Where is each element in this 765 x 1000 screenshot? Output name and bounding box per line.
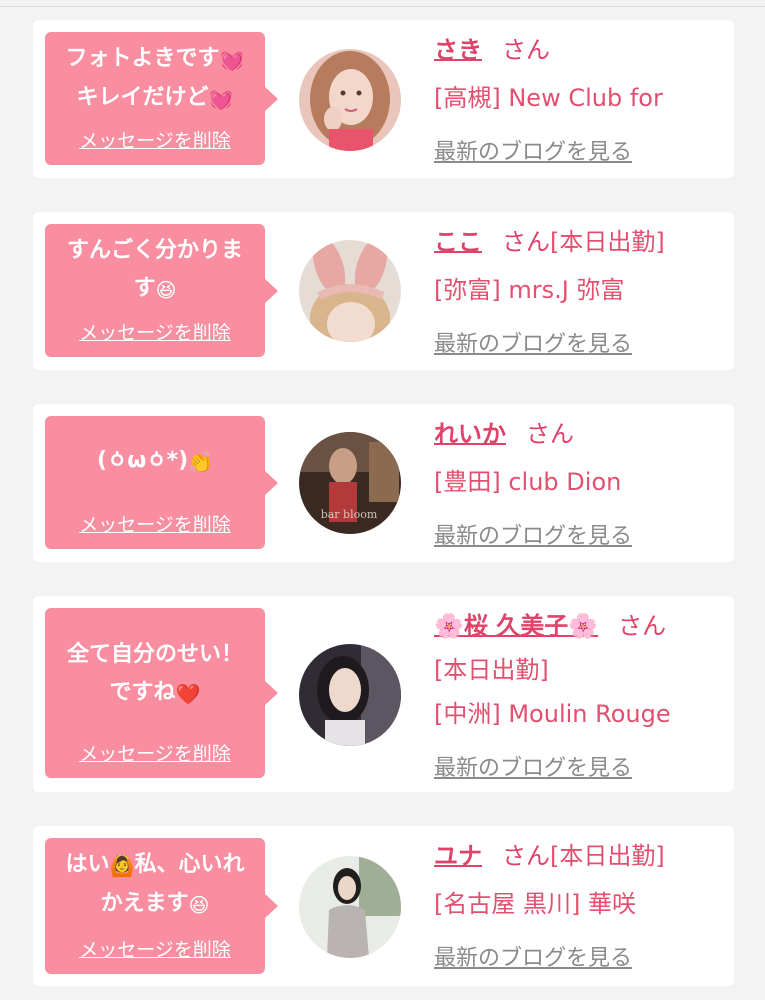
honorific: さん <box>618 612 667 640</box>
message-text: キレイだけど💓 <box>45 79 265 118</box>
status-label: [本日出勤] <box>550 842 665 870</box>
cast-name-link[interactable]: れいか <box>434 420 506 448</box>
avatar[interactable]: bar bloom <box>299 432 401 534</box>
message-bubble: 全て自分のせい！ ですね❤️ メッセージを削除 <box>45 608 278 778</box>
message-bubble: はい🙆私、心いれ かえます😆 メッセージを削除 <box>45 838 278 974</box>
honorific: さん <box>526 420 574 448</box>
cherry-blossom-icon: 🌸 <box>568 612 599 640</box>
avatar[interactable] <box>299 240 401 342</box>
laughing-emoji-icon: 😆 <box>155 278 177 302</box>
cast-info: ここ さん[本日出勤] [弥富] mrs.J 弥富 最新のブログを見る <box>434 218 726 357</box>
latest-blog-link[interactable]: 最新のブログを見る <box>434 518 632 550</box>
svg-text:bar bloom: bar bloom <box>321 508 378 521</box>
shop-label: [名古屋 黒川] 華咲 <box>434 890 636 918</box>
cast-name-link[interactable]: ユナ <box>434 842 482 870</box>
heart-emoji-icon: 💓 <box>219 48 245 72</box>
latest-blog-link[interactable]: 最新のブログを見る <box>434 134 632 166</box>
delete-message-link[interactable]: メッセージを削除 <box>45 318 265 345</box>
message-text: すんごく分かりま <box>66 238 243 263</box>
cast-info: れいか さん [豊田] club Dion 最新のブログを見る <box>434 410 726 549</box>
delete-message-link[interactable]: メッセージを削除 <box>45 739 265 766</box>
latest-blog-link[interactable]: 最新のブログを見る <box>434 750 632 782</box>
message-text: ですね❤️ <box>45 674 265 713</box>
clapping-hands-emoji-icon: 👏 <box>188 450 214 474</box>
message-text: かえます😆 <box>45 885 265 924</box>
message-text: はい🙆私、心いれ <box>45 846 265 885</box>
message-bubble: (ㆁωㆁ*)👏 メッセージを削除 <box>45 416 278 549</box>
cast-info: 🌸桜 久美子🌸 さん [本日出勤] [中洲] Moulin Rouge 最新のブロ… <box>434 602 726 781</box>
cast-info: さき さん [高槻] New Club for 最新のブログを見る <box>434 26 726 165</box>
message-text: フォトよきです💓 <box>45 40 265 79</box>
cast-info: ユナ さん[本日出勤] [名古屋 黒川] 華咲 最新のブログを見る <box>434 832 726 971</box>
cast-name-link[interactable]: さき <box>434 36 482 64</box>
status-label: [本日出勤] <box>434 656 549 684</box>
cast-name-link[interactable]: 🌸桜 久美子🌸 <box>434 612 598 640</box>
message-card: はい🙆私、心いれ かえます😆 メッセージを削除 ユナ さん[本日出勤] [名古屋 … <box>33 826 734 986</box>
avatar[interactable] <box>299 644 401 746</box>
heart-emoji-icon: 💓 <box>208 87 234 111</box>
top-divider <box>0 6 765 7</box>
message-bubble: すんごく分かりま す😆 メッセージを削除 <box>45 224 278 357</box>
laughing-emoji-icon: 😆 <box>188 893 210 917</box>
latest-blog-link[interactable]: 最新のブログを見る <box>434 940 632 972</box>
shop-label: [豊田] club Dion <box>434 468 622 496</box>
avatar[interactable] <box>299 856 401 958</box>
delete-message-link[interactable]: メッセージを削除 <box>45 126 265 153</box>
cherry-blossom-icon: 🌸 <box>434 612 464 640</box>
person-gesturing-ok-emoji-icon: 🙆 <box>109 854 135 878</box>
message-text: す😆 <box>45 270 265 309</box>
message-bubble: フォトよきです💓 キレイだけど💓 メッセージを削除 <box>45 32 278 165</box>
honorific: さん <box>502 228 550 256</box>
shop-label: [中洲] Moulin Rouge <box>434 700 671 728</box>
shop-label: [高槻] New Club for <box>434 84 663 112</box>
message-card: すんごく分かりま す😆 メッセージを削除 ここ さん[本日出勤] [弥富] mrs… <box>33 212 734 370</box>
delete-message-link[interactable]: メッセージを削除 <box>45 510 265 537</box>
latest-blog-link[interactable]: 最新のブログを見る <box>434 326 632 358</box>
message-card: 全て自分のせい！ ですね❤️ メッセージを削除 🌸桜 久美子🌸 さん [本日出勤]… <box>33 596 734 792</box>
message-card: フォトよきです💓 キレイだけど💓 メッセージを削除 さき さん [高槻] New … <box>33 20 734 178</box>
shop-label: [弥富] mrs.J 弥富 <box>434 276 625 304</box>
message-card: (ㆁωㆁ*)👏 メッセージを削除 bar bloom れいか さん [豊田] cl… <box>33 404 734 562</box>
message-text: 全て自分のせい！ <box>66 642 243 667</box>
status-label: [本日出勤] <box>550 228 665 256</box>
cast-name-link[interactable]: ここ <box>434 228 482 256</box>
honorific: さん <box>502 36 550 64</box>
message-text: (ㆁωㆁ*)👏 <box>45 442 265 481</box>
avatar[interactable] <box>299 49 401 151</box>
delete-message-link[interactable]: メッセージを削除 <box>45 935 265 962</box>
red-heart-emoji-icon: ❤️ <box>175 682 201 706</box>
honorific: さん <box>502 842 550 870</box>
